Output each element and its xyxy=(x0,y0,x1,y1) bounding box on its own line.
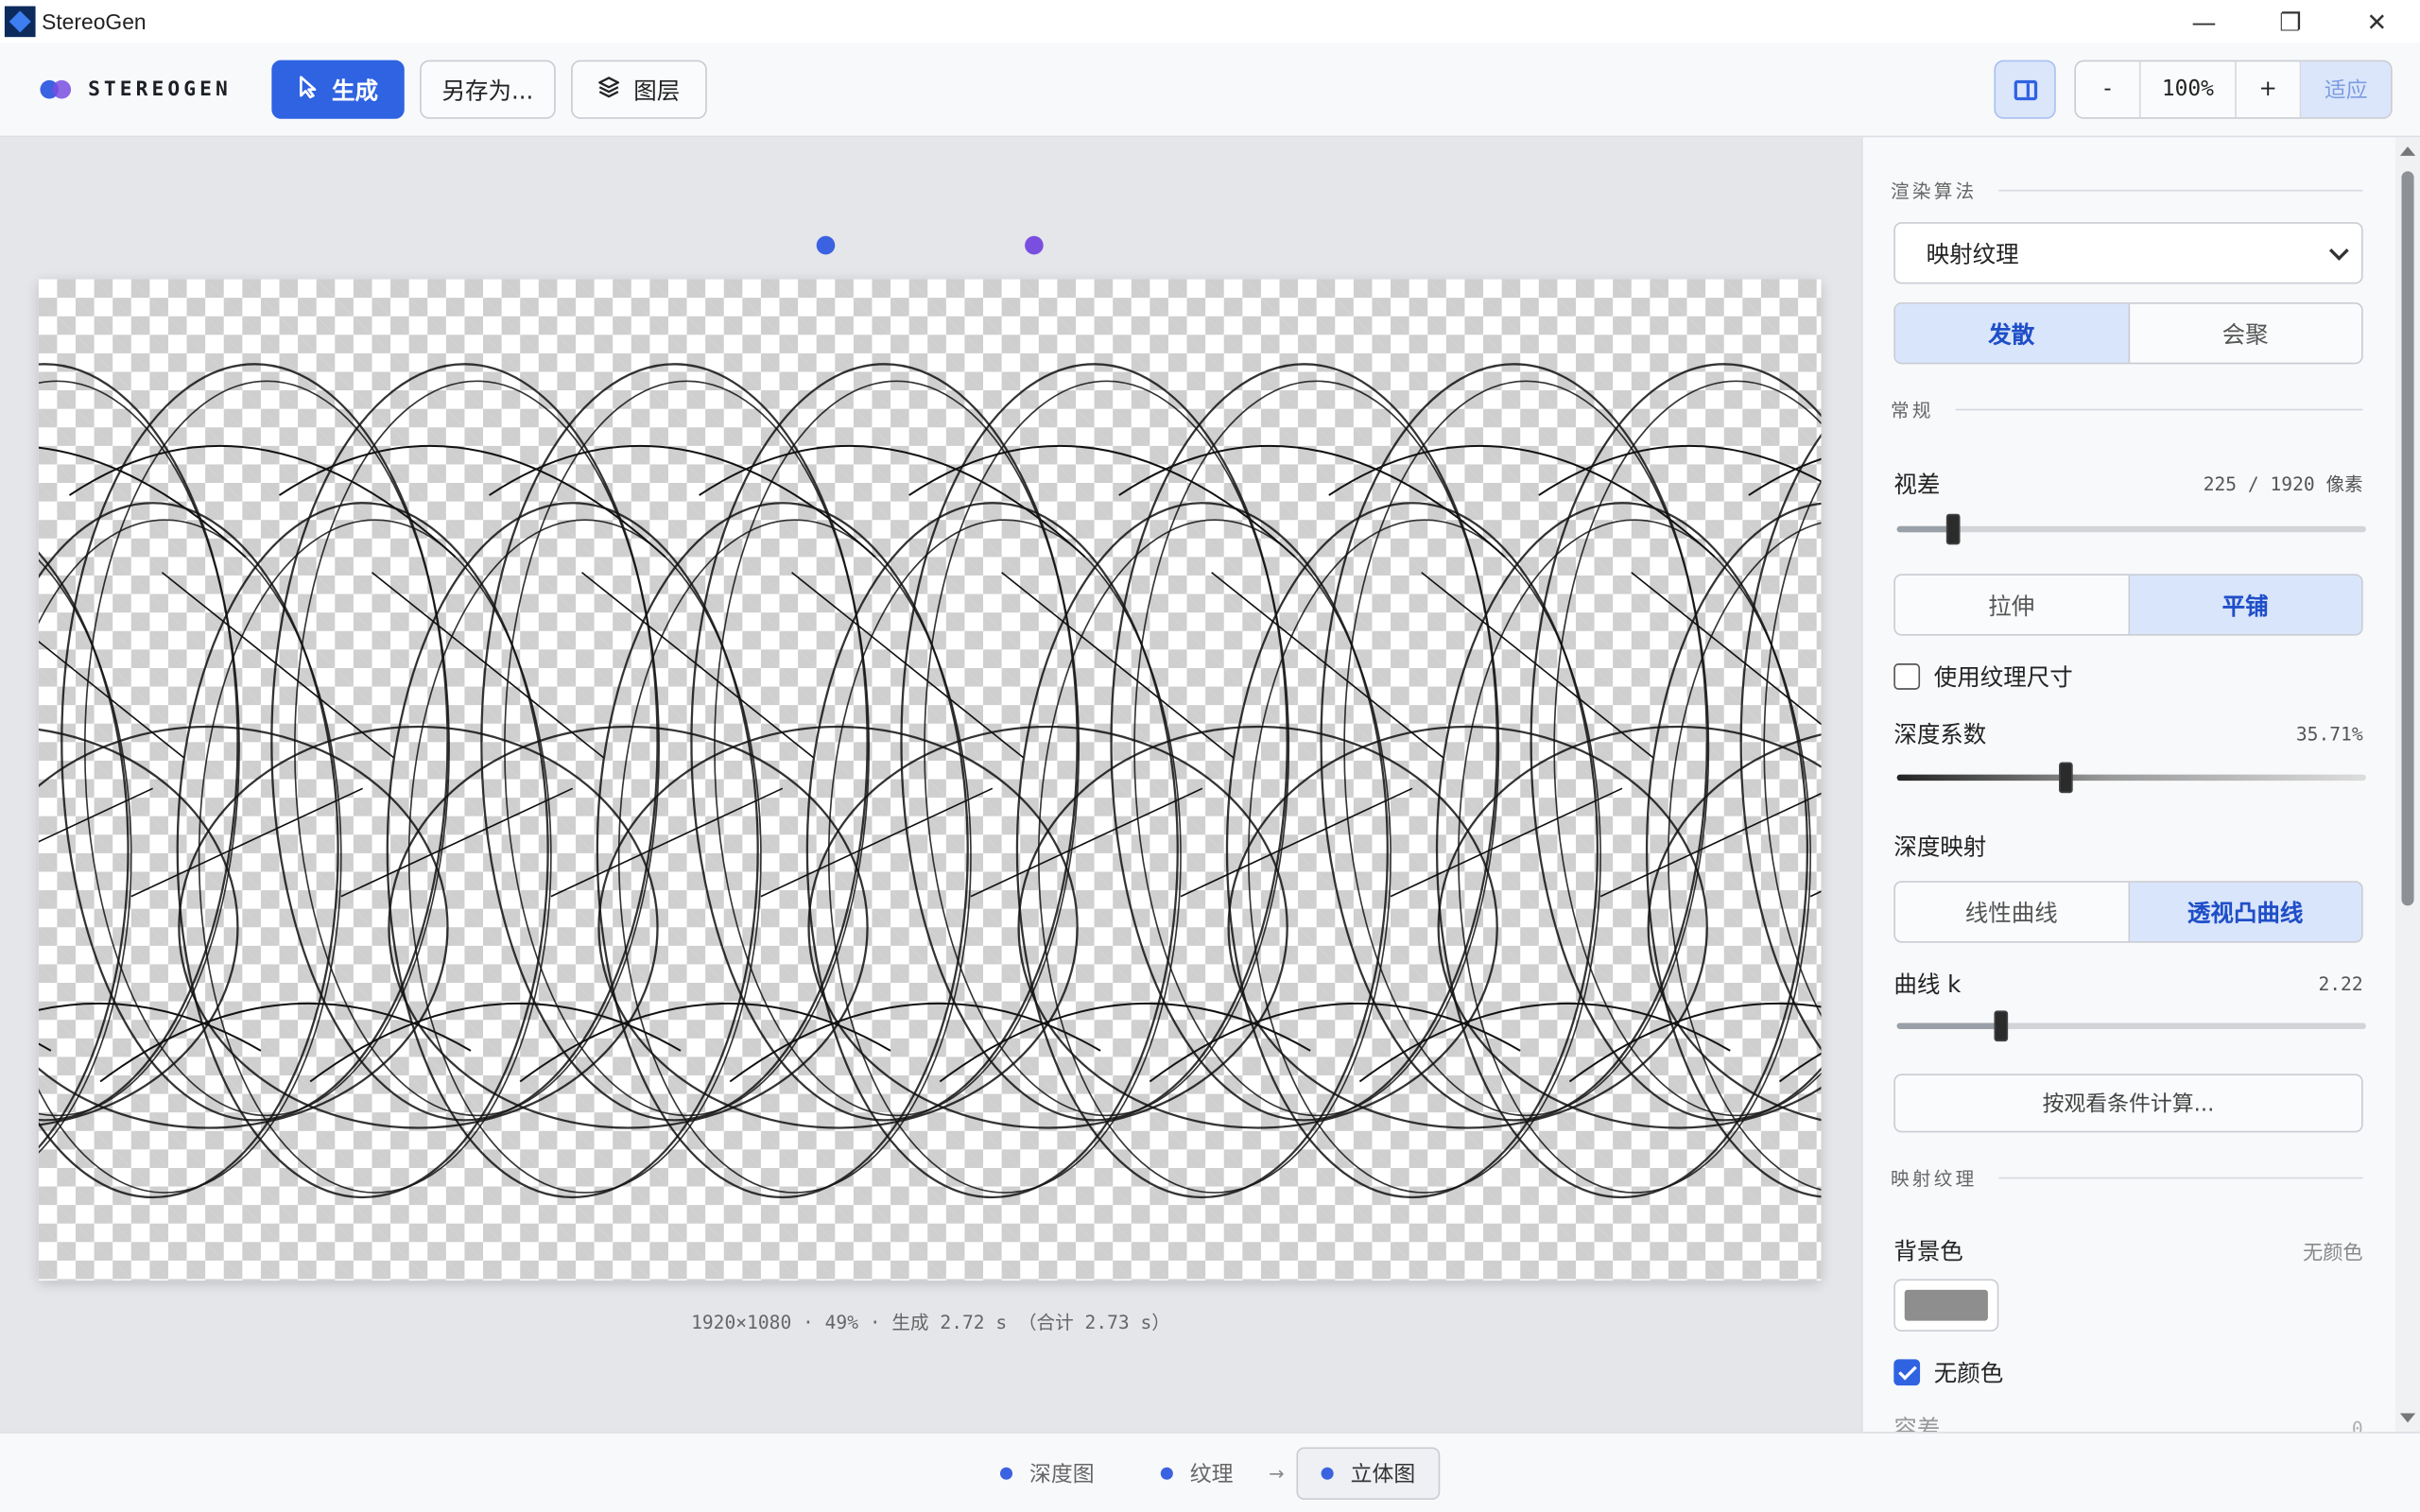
use-texture-size-checkbox[interactable]: 使用纹理尺寸 xyxy=(1893,661,2073,693)
mode-diverge[interactable]: 发散 xyxy=(1894,303,2130,363)
tolerance-row: 容差 0 xyxy=(1893,1412,2362,1432)
layers-icon xyxy=(598,75,621,104)
bg-color-label: 背景色 xyxy=(1893,1237,1963,1265)
convergence-marker-right xyxy=(1025,235,1044,255)
scroll-up-arrow-icon[interactable] xyxy=(2399,146,2416,156)
section-render-algorithm: 渲染算法 xyxy=(1891,178,2363,204)
bg-color-swatch-fill xyxy=(1904,1289,1988,1321)
parallax-row: 视差 225 / 1920 像素 xyxy=(1893,468,2362,500)
toolbar: STEREOGEN 生成 另存为... 图层 - 100% + 适应 xyxy=(0,43,2420,138)
algorithm-select-value: 映射纹理 xyxy=(1926,239,2019,268)
title-bar: StereoGen — ❐ ✕ xyxy=(0,0,2420,43)
curve-k-row: 曲线 k 2.22 xyxy=(1893,968,2362,1000)
generate-label: 生成 xyxy=(332,76,379,105)
zoom-level: 100% xyxy=(2141,61,2237,118)
stage-stereogram[interactable]: 立体图 xyxy=(1296,1447,1441,1500)
parallax-slider[interactable] xyxy=(1896,513,2366,545)
pipeline-arrow-icon: → xyxy=(1269,1462,1285,1485)
brand-logo-icon xyxy=(40,79,74,99)
stage-dot-icon xyxy=(1160,1467,1173,1480)
pipeline-bar: 深度图 纹理 → 立体图 xyxy=(0,1432,2420,1512)
curve-type-toggle: 线性曲线 透视凸曲线 xyxy=(1893,881,2363,943)
restore-button[interactable]: ❐ xyxy=(2247,0,2333,43)
brand: STEREOGEN xyxy=(40,77,271,101)
mode-converge[interactable]: 会聚 xyxy=(2129,304,2361,363)
panel-scrollbar[interactable] xyxy=(2394,137,2420,1433)
depth-factor-slider-thumb[interactable] xyxy=(2058,762,2072,794)
fill-tile[interactable]: 平铺 xyxy=(2129,575,2362,635)
curve-k-slider-thumb[interactable] xyxy=(1994,1010,2008,1042)
tolerance-value: 0 xyxy=(2351,1417,2363,1433)
scroll-down-arrow-icon[interactable] xyxy=(2399,1413,2416,1423)
convergence-marker-left xyxy=(816,235,836,255)
stereogram-pattern xyxy=(38,363,1822,1199)
curve-k-label: 曲线 k xyxy=(1893,970,1962,999)
stage-texture-label: 纹理 xyxy=(1189,1462,1234,1487)
layers-button[interactable]: 图层 xyxy=(571,60,707,119)
zoom-out-button[interactable]: - xyxy=(2076,61,2141,118)
app-window: StereoGen — ❐ ✕ STEREOGEN 生成 另存为... 图层 -… xyxy=(0,0,2420,1512)
save-as-button[interactable]: 另存为... xyxy=(420,60,556,119)
depth-factor-label: 深度系数 xyxy=(1893,720,1987,748)
parallax-label: 视差 xyxy=(1893,470,1941,499)
depth-factor-slider[interactable] xyxy=(1896,762,2366,794)
use-texture-size-label: 使用纹理尺寸 xyxy=(1933,663,2073,692)
checkbox-box[interactable] xyxy=(1893,1359,1921,1386)
cursor-sparkle-icon xyxy=(298,75,320,104)
brand-name: STEREOGEN xyxy=(88,77,232,101)
curve-linear[interactable]: 线性曲线 xyxy=(1895,882,2130,941)
stage-depth-map[interactable]: 深度图 xyxy=(999,1447,1095,1500)
settings-panel: 渲染算法 映射纹理 发散 会聚 常规 视差 225 / 1920 像素 拉伸 平… xyxy=(1861,137,2420,1433)
side-panel-icon xyxy=(2013,79,2037,100)
window-title: StereoGen xyxy=(42,9,147,34)
panel-toggle-button[interactable] xyxy=(1994,60,2056,119)
section-texture: 映射纹理 xyxy=(1891,1165,2363,1192)
bg-color-row: 背景色 无颜色 xyxy=(1893,1234,2362,1266)
fill-mode-toggle: 拉伸 平铺 xyxy=(1893,574,2363,636)
section-general: 常规 xyxy=(1891,397,2363,423)
zoom-fit-button[interactable]: 适应 xyxy=(2301,61,2392,118)
bg-color-swatch[interactable] xyxy=(1893,1279,1999,1332)
stage-texture[interactable]: 纹理 xyxy=(1160,1447,1234,1500)
stage-stereogram-label: 立体图 xyxy=(1350,1462,1416,1487)
app-icon xyxy=(4,6,36,38)
zoom-control: - 100% + 适应 xyxy=(2074,60,2393,119)
generate-button[interactable]: 生成 xyxy=(271,60,405,119)
chevron-down-icon xyxy=(2328,240,2349,261)
minimize-button[interactable]: — xyxy=(2161,0,2247,43)
fill-stretch[interactable]: 拉伸 xyxy=(1895,575,2130,635)
render-info-caption: 1920×1080 · 49% · 生成 2.72 s （合计 2.73 s） xyxy=(691,1311,1170,1333)
close-button[interactable]: ✕ xyxy=(2334,0,2420,43)
zoom-in-button[interactable]: + xyxy=(2237,61,2302,118)
checkbox-box[interactable] xyxy=(1893,663,1921,690)
scrollbar-thumb[interactable] xyxy=(2401,171,2414,906)
depth-factor-value: 35.71% xyxy=(2295,722,2363,745)
algorithm-select[interactable]: 映射纹理 xyxy=(1893,222,2363,284)
stage-dot-icon xyxy=(999,1467,1013,1480)
curve-perspective[interactable]: 透视凸曲线 xyxy=(2129,882,2362,941)
layers-label: 图层 xyxy=(633,76,681,105)
curve-k-value: 2.22 xyxy=(2318,972,2363,995)
depth-mapping-label: 深度映射 xyxy=(1893,833,1987,862)
curve-k-slider[interactable] xyxy=(1896,1010,2366,1042)
stage-depth-map-label: 深度图 xyxy=(1029,1462,1095,1487)
stereogram-preview[interactable] xyxy=(38,279,1822,1281)
no-color-checkbox[interactable]: 无颜色 xyxy=(1893,1356,2003,1388)
no-color-label: 无颜色 xyxy=(1933,1359,2004,1387)
parallax-value: 225 / 1920 像素 xyxy=(2203,473,2363,496)
view-mode-toggle: 发散 会聚 xyxy=(1893,302,2363,365)
bg-color-value: 无颜色 xyxy=(2302,1240,2363,1264)
depth-factor-row: 深度系数 35.71% xyxy=(1893,717,2362,749)
calc-viewing-conditions-button[interactable]: 按观看条件计算... xyxy=(1893,1074,2363,1133)
tolerance-label: 容差 xyxy=(1893,1415,1941,1433)
stage-dot-icon xyxy=(1321,1467,1334,1480)
depth-mapping-row: 深度映射 xyxy=(1893,830,2362,862)
parallax-slider-thumb[interactable] xyxy=(1945,513,1960,545)
canvas-area: 1920×1080 · 49% · 生成 2.72 s （合计 2.73 s） xyxy=(0,137,1862,1433)
